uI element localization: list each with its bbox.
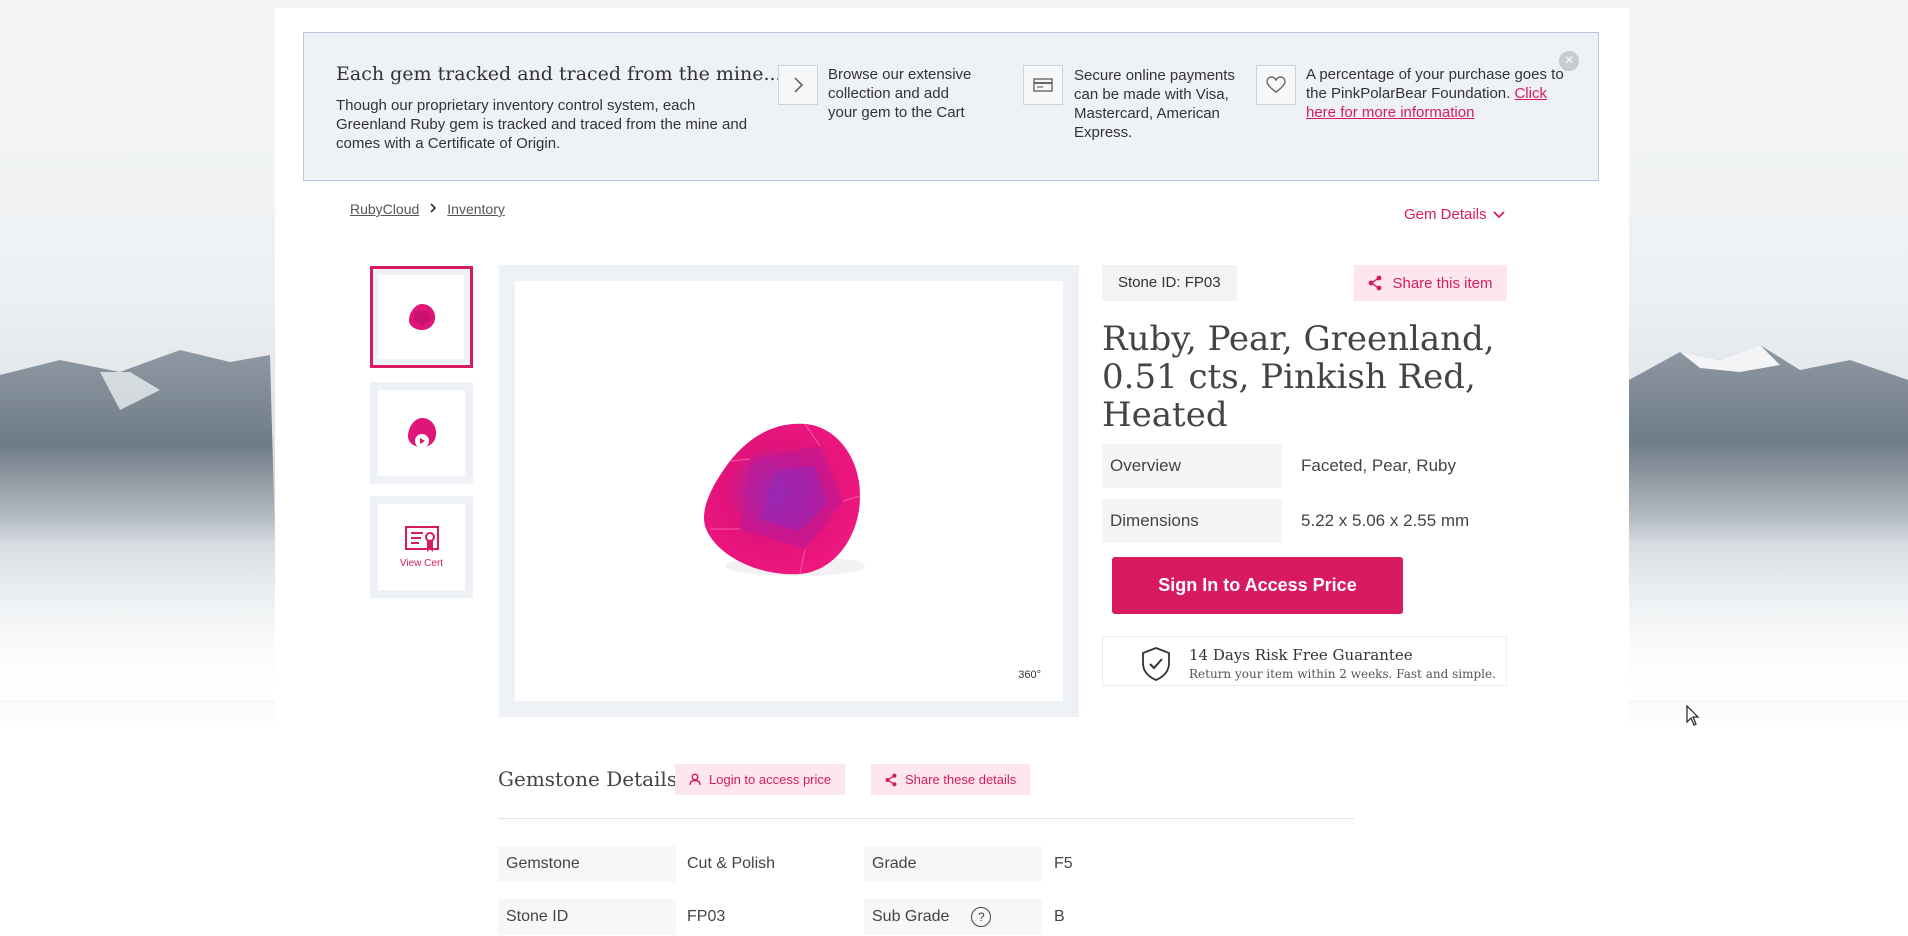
rotate-360-icon[interactable]: 360° bbox=[1018, 669, 1041, 681]
view-cert-thumbnail[interactable]: View Cert bbox=[370, 496, 473, 598]
banner-item-browse: Browse our extensive collection and add … bbox=[828, 66, 972, 121]
detail-label-grade: Grade bbox=[864, 846, 1042, 882]
help-icon[interactable]: ? bbox=[971, 906, 992, 927]
detail-value-grade: F5 bbox=[1054, 855, 1073, 872]
spec-label: Dimensions bbox=[1102, 499, 1282, 543]
breadcrumb-rubycloud[interactable]: RubyCloud bbox=[350, 201, 419, 217]
share-details-button[interactable]: Share these details bbox=[871, 764, 1031, 795]
ruby-video-thumbnail bbox=[407, 418, 436, 448]
guarantee-title: 14 Days Risk Free Guarantee bbox=[1189, 646, 1413, 664]
detail-label-sub-grade: Sub Grade? bbox=[864, 899, 1042, 935]
guarantee-box: 14 Days Risk Free Guarantee Return your … bbox=[1102, 636, 1507, 686]
share-item-label: Share this item bbox=[1392, 274, 1493, 292]
gem-viewer[interactable]: 360° bbox=[499, 265, 1079, 717]
sub-grade-label: Sub Grade bbox=[872, 908, 950, 925]
guarantee-subtitle: Return your item within 2 weeks. Fast an… bbox=[1189, 667, 1496, 681]
banner-item-foundation: A percentage of your purchase goes to th… bbox=[1306, 65, 1566, 122]
view-cert-label: View Cert bbox=[399, 557, 444, 569]
share-pill-label: Share these details bbox=[905, 772, 1017, 787]
spec-row-overview: Overview Faceted, Pear, Ruby bbox=[1102, 444, 1507, 488]
banner-heading: Each gem tracked and traced from the min… bbox=[336, 63, 782, 85]
sign-in-access-price-button[interactable]: Sign In to Access Price bbox=[1112, 557, 1403, 614]
gem-details-dropdown[interactable]: Gem Details bbox=[1404, 206, 1505, 223]
spec-value: Faceted, Pear, Ruby bbox=[1301, 456, 1456, 475]
ruby-image bbox=[704, 423, 865, 576]
gem-image-stage[interactable]: 360° bbox=[515, 281, 1063, 701]
gemstone-details-title: Gemstone Details bbox=[498, 767, 678, 791]
share-icon bbox=[885, 773, 897, 786]
login-access-price-button[interactable]: Login to access price bbox=[675, 764, 846, 795]
breadcrumb-inventory[interactable]: Inventory bbox=[447, 201, 505, 217]
shield-check-icon bbox=[1142, 647, 1170, 681]
certificate-icon bbox=[404, 525, 439, 552]
heart-icon bbox=[1256, 65, 1296, 105]
detail-value-sub-grade: B bbox=[1054, 908, 1065, 925]
mouse-cursor-icon bbox=[1686, 705, 1700, 726]
detail-value-gemstone: Cut & Polish bbox=[687, 855, 776, 872]
close-banner-button[interactable]: × bbox=[1557, 49, 1581, 73]
detail-label-gemstone: Gemstone bbox=[498, 846, 676, 882]
spec-label: Overview bbox=[1102, 444, 1282, 488]
thumbnail-image-1[interactable] bbox=[370, 266, 473, 368]
breadcrumb-separator-icon bbox=[429, 202, 437, 216]
stone-id-badge: Stone ID: FP03 bbox=[1102, 265, 1237, 301]
product-title: Ruby, Pear, Greenland, 0.51 cts, Pinkish… bbox=[1102, 319, 1495, 435]
chevron-right-icon bbox=[778, 65, 818, 105]
divider bbox=[498, 818, 1354, 819]
banner-item-payments: Secure online payments can be made with … bbox=[1074, 67, 1235, 141]
banner-lead: Though our proprietary inventory control… bbox=[336, 97, 748, 152]
spec-value: 5.22 x 5.06 x 2.55 mm bbox=[1301, 511, 1470, 530]
credit-card-icon bbox=[1023, 65, 1063, 105]
login-pill-label: Login to access price bbox=[709, 772, 832, 787]
close-icon: × bbox=[1564, 52, 1574, 69]
share-icon bbox=[1369, 275, 1382, 291]
user-icon bbox=[689, 773, 701, 786]
detail-label-stone-id: Stone ID bbox=[498, 899, 676, 935]
share-item-button[interactable]: Share this item bbox=[1354, 265, 1507, 301]
chevron-down-icon bbox=[1492, 210, 1505, 218]
spec-row-dimensions: Dimensions 5.22 x 5.06 x 2.55 mm bbox=[1102, 499, 1507, 543]
info-banner: Each gem tracked and traced from the min… bbox=[303, 32, 1599, 181]
gem-details-label: Gem Details bbox=[1404, 206, 1487, 223]
breadcrumb: RubyCloud Inventory bbox=[350, 201, 505, 217]
detail-value-stone-id: FP03 bbox=[687, 908, 726, 925]
thumbnail-video[interactable] bbox=[370, 382, 473, 484]
ruby-thumbnail bbox=[408, 304, 435, 330]
